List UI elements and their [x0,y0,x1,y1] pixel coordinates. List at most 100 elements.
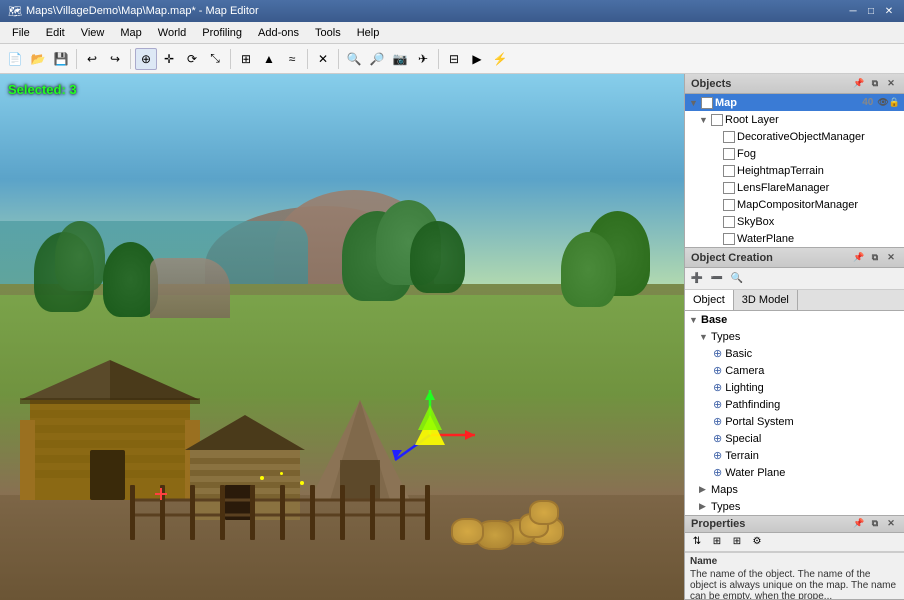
creation-filter-btn[interactable]: 🔍 [728,270,746,288]
creation-float-icon[interactable]: ⧉ [868,251,882,265]
tab-3d-model[interactable]: 3D Model [734,290,798,310]
tree-arrow-fog [711,149,723,159]
desc-text: The name of the object. The name of the … [690,569,899,599]
tree-label-fog: Fog [737,148,756,160]
menu-view[interactable]: View [73,22,113,44]
toolbar-save[interactable]: 💾 [50,48,72,70]
toolbar-undo[interactable]: ↩ [81,48,103,70]
menu-profiling[interactable]: Profiling [194,22,250,44]
properties-close-icon[interactable]: ✕ [884,517,898,531]
creation-basic[interactable]: ⊕ Basic [685,345,904,362]
toolbar-snap-grid[interactable]: ⊞ [235,48,257,70]
creation-special[interactable]: ⊕ Special [685,430,904,447]
tree-checkbox-waterplane[interactable] [723,233,735,245]
tree-checkbox-decorative[interactable] [723,131,735,143]
properties-filter-btn[interactable]: ⊞ [708,533,726,551]
tree-item-waterplane[interactable]: WaterPlane [685,230,904,247]
tree-lock-map[interactable]: 🔒 [889,97,900,108]
creation-types[interactable]: ▼ Types [685,328,904,345]
tree-checkbox-compositor[interactable] [723,199,735,211]
toolbar-redo[interactable]: ↪ [104,48,126,70]
toolbar-water[interactable]: ≈ [281,48,303,70]
creation-waterplane[interactable]: ⊕ Water Plane [685,464,904,481]
creation-pin-icon[interactable]: 📌 [852,251,866,265]
toolbar-terrain[interactable]: ▲ [258,48,280,70]
toolbar-new[interactable]: 📄 [4,48,26,70]
name-description: Name The name of the object. The name of… [685,552,904,599]
tree-item-compositor[interactable]: MapCompositorManager [685,196,904,213]
tree-item-skybox[interactable]: SkyBox [685,213,904,230]
maximize-button[interactable]: □ [864,4,878,18]
properties-sort-btn[interactable]: ⇅ [688,533,706,551]
creation-label-types: Types [711,331,740,343]
menu-help[interactable]: Help [349,22,388,44]
toolbar-run[interactable]: ⚡ [489,48,511,70]
creation-icon-pathfinding: ⊕ [713,398,722,411]
creation-arrow-maps: ▶ [699,484,711,495]
tree-checkbox-skybox[interactable] [723,216,735,228]
creation-maps[interactable]: ▶ Maps [685,481,904,498]
toolbar-sep-6 [438,49,439,69]
menu-addons[interactable]: Add-ons [250,22,307,44]
properties-expand-btn[interactable]: ⊞ [728,533,746,551]
creation-types2[interactable]: ▶ Types [685,498,904,515]
objects-panel: Objects 📌 ⧉ ✕ ▼ Map 40 👁 🔒 [685,74,904,248]
tree-checkbox-lensflare[interactable] [723,182,735,194]
tree-label-lensflare: LensFlareManager [737,182,829,194]
creation-arrow-base: ▼ [689,315,701,325]
toolbar-play[interactable]: ▶ [466,48,488,70]
tab-object[interactable]: Object [685,290,734,310]
creation-add-btn[interactable]: ➕ [688,270,706,288]
toolbar-zoom-in[interactable]: 🔍 [343,48,365,70]
creation-tree: ▼ Base ▼ Types ⊕ Basic ⊕ Camera ⊕ Ligh [685,311,904,515]
objects-float-icon[interactable]: ⧉ [868,77,882,91]
menu-map[interactable]: Map [112,22,149,44]
tree-arrow-decorative [711,132,723,142]
tree-item-heightmap[interactable]: HeightmapTerrain [685,162,904,179]
creation-icon-special: ⊕ [713,432,722,445]
viewport[interactable]: Selected: 3 [0,74,684,600]
tree-label-heightmap: HeightmapTerrain [737,165,824,177]
menu-tools[interactable]: Tools [307,22,349,44]
toolbar-fly[interactable]: ✈ [412,48,434,70]
menu-edit[interactable]: Edit [38,22,73,44]
toolbar-grid[interactable]: ⊟ [443,48,465,70]
menu-world[interactable]: World [150,22,195,44]
creation-camera[interactable]: ⊕ Camera [685,362,904,379]
toolbar-select[interactable]: ⊕ [135,48,157,70]
toolbar-open[interactable]: 📂 [27,48,49,70]
properties-pin-icon[interactable]: 📌 [852,517,866,531]
creation-portalsystem[interactable]: ⊕ Portal System [685,413,904,430]
tree-item-lensflare[interactable]: LensFlareManager [685,179,904,196]
creation-terrain[interactable]: ⊕ Terrain [685,447,904,464]
tree-item-map[interactable]: ▼ Map 40 👁 🔒 [685,94,904,111]
creation-base[interactable]: ▼ Base [685,311,904,328]
toolbar-scale[interactable]: ⤡ [204,48,226,70]
creation-close-icon[interactable]: ✕ [884,251,898,265]
properties-panel-icons: 📌 ⧉ ✕ [852,517,898,531]
objects-close-icon[interactable]: ✕ [884,77,898,91]
tree-item-rootlayer[interactable]: ▼ Root Layer [685,111,904,128]
tree-checkbox-fog[interactable] [723,148,735,160]
menu-file[interactable]: File [4,22,38,44]
toolbar-delete[interactable]: ✕ [312,48,334,70]
properties-float-icon[interactable]: ⧉ [868,517,882,531]
tree-checkbox-rootlayer[interactable] [711,114,723,126]
toolbar-zoom-out[interactable]: 🔎 [366,48,388,70]
tree-checkbox-heightmap[interactable] [723,165,735,177]
creation-remove-btn[interactable]: ➖ [708,270,726,288]
toolbar-rotate[interactable]: ⟳ [181,48,203,70]
properties-settings-btn[interactable]: ⚙ [748,533,766,551]
close-button[interactable]: ✕ [882,4,896,18]
tree-checkbox-map[interactable] [701,97,713,109]
minimize-button[interactable]: ─ [846,4,860,18]
objects-pin-icon[interactable]: 📌 [852,77,866,91]
creation-pathfinding[interactable]: ⊕ Pathfinding [685,396,904,413]
tree-item-decorative[interactable]: DecorativeObjectManager [685,128,904,145]
creation-lighting[interactable]: ⊕ Lighting [685,379,904,396]
tree-eye-map[interactable]: 👁 [877,97,888,108]
toolbar-move[interactable]: ✛ [158,48,180,70]
toolbar-camera[interactable]: 📷 [389,48,411,70]
objects-panel-icons: 📌 ⧉ ✕ [852,77,898,91]
tree-item-fog[interactable]: Fog [685,145,904,162]
